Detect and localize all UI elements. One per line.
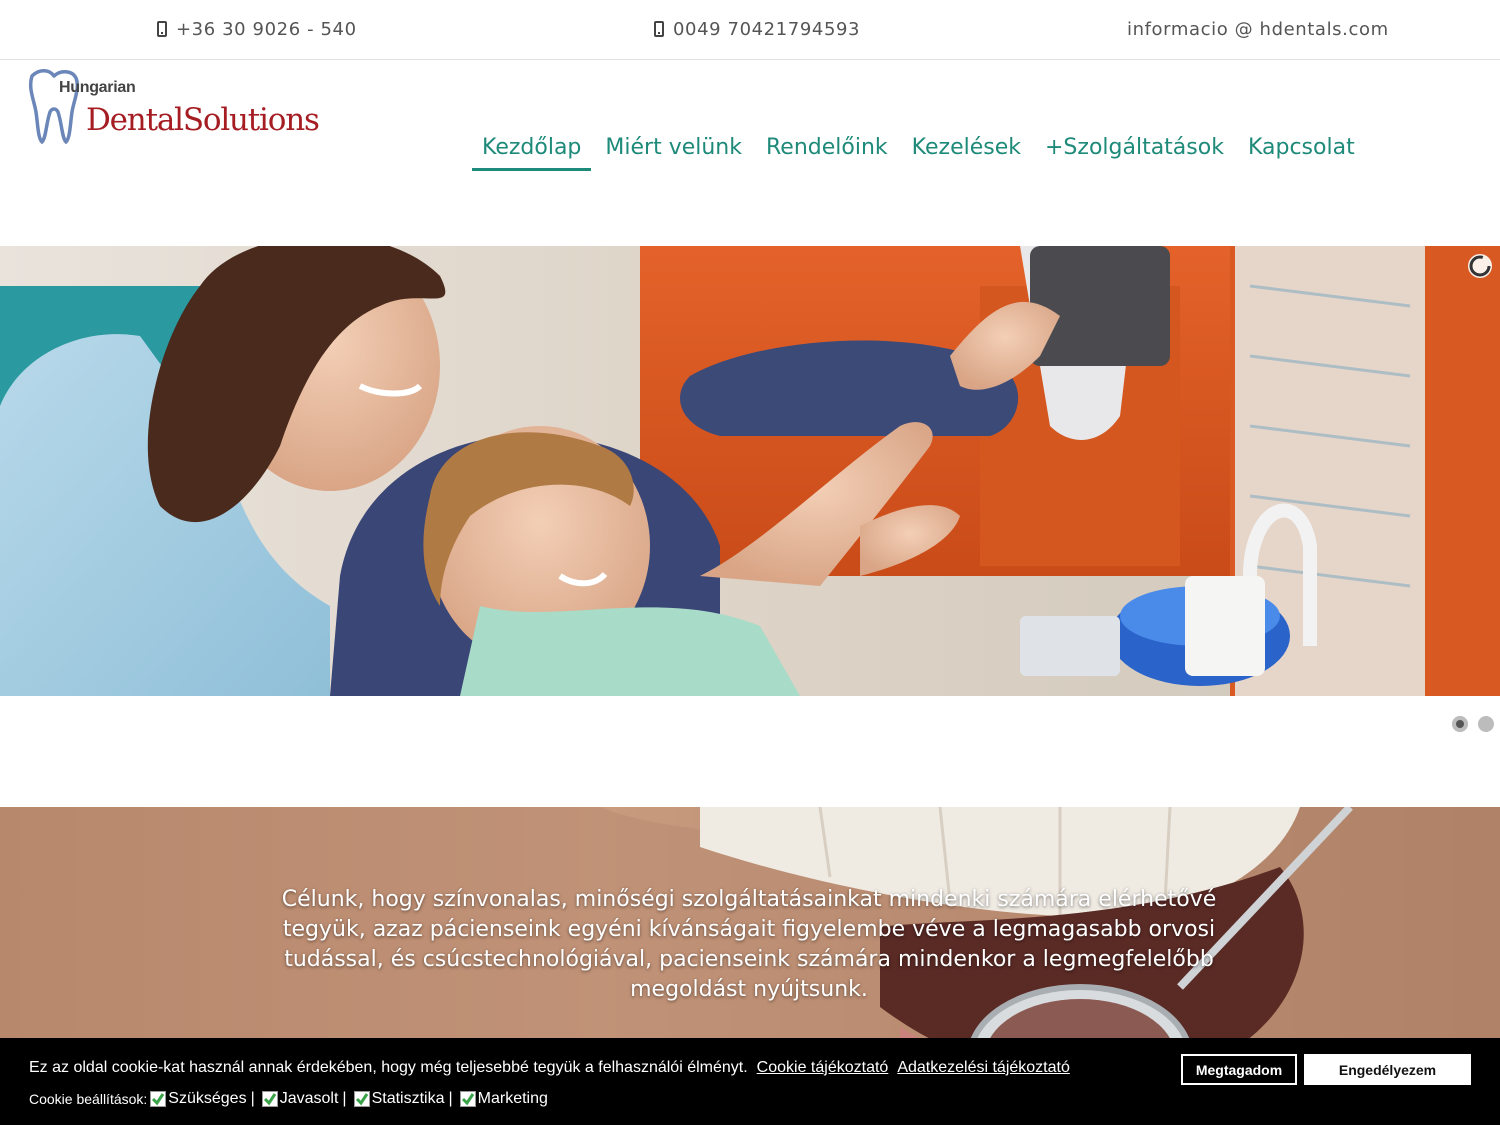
nav-szolgaltatasok[interactable]: +Szolgáltatások	[1035, 133, 1234, 171]
nav-kezelesek[interactable]: Kezelések	[902, 133, 1031, 171]
phone-germany[interactable]: 0049 70421794593	[654, 19, 860, 40]
checkbox-checked-icon[interactable]	[353, 1091, 370, 1107]
mobile-phone-icon	[654, 21, 664, 37]
hero-slide-image	[0, 246, 1500, 696]
cookie-option-statisztika[interactable]: Statisztika	[353, 1090, 445, 1108]
phone-hungary[interactable]: +36 30 9026 - 540	[157, 19, 357, 40]
nav-kezdolap[interactable]: Kezdőlap	[472, 133, 592, 171]
cookie-option-szukseges[interactable]: Szükséges	[150, 1090, 247, 1108]
slider-dot-1[interactable]	[1452, 716, 1468, 732]
cookie-option-marketing[interactable]: Marketing	[459, 1090, 548, 1108]
cookie-option-javasolt[interactable]: Javasolt	[261, 1090, 338, 1108]
hero-slider[interactable]	[0, 246, 1500, 696]
cookie-message: Ez az oldal cookie-kat használ annak érd…	[29, 1059, 1070, 1076]
deny-cookies-button[interactable]: Megtagadom	[1181, 1054, 1297, 1085]
top-contact-bar: +36 30 9026 - 540 0049 70421794593 infor…	[0, 0, 1500, 60]
slider-pagination	[1452, 716, 1500, 732]
logo-line-hungarian: Hungarian	[59, 79, 136, 96]
site-logo[interactable]: Hungarian DentalSolutions	[26, 68, 356, 148]
cookie-info-link[interactable]: Cookie tájékoztató	[757, 1059, 889, 1076]
mobile-phone-icon	[157, 21, 167, 37]
cookie-consent-bar: Ez az oldal cookie-kat használ annak érd…	[0, 1038, 1500, 1125]
cookie-settings: Cookie beállítások: Szükséges | Javasolt…	[29, 1090, 548, 1108]
slider-timer-icon[interactable]	[1466, 252, 1494, 280]
main-navigation: Kezdőlap Miért velünk Rendelőink Kezelés…	[472, 133, 1369, 173]
logo-line-dentalsolutions: DentalSolutions	[86, 102, 320, 138]
mission-statement: Célunk, hogy színvonalas, minőségi szolg…	[281, 887, 1217, 1002]
slider-dot-2[interactable]	[1478, 716, 1494, 732]
checkbox-checked-icon[interactable]	[150, 1091, 167, 1107]
nav-kapcsolat[interactable]: Kapcsolat	[1238, 133, 1365, 171]
privacy-info-link[interactable]: Adatkezelési tájékoztató	[897, 1059, 1070, 1076]
allow-cookies-button[interactable]: Engedélyezem	[1304, 1054, 1471, 1085]
email-link[interactable]: informacio @ hdentals.com	[1127, 19, 1389, 40]
nav-miert-velunk[interactable]: Miért velünk	[595, 133, 752, 171]
checkbox-checked-icon[interactable]	[261, 1091, 278, 1107]
nav-rendeloink[interactable]: Rendelőink	[756, 133, 898, 171]
checkbox-checked-icon[interactable]	[459, 1091, 476, 1107]
